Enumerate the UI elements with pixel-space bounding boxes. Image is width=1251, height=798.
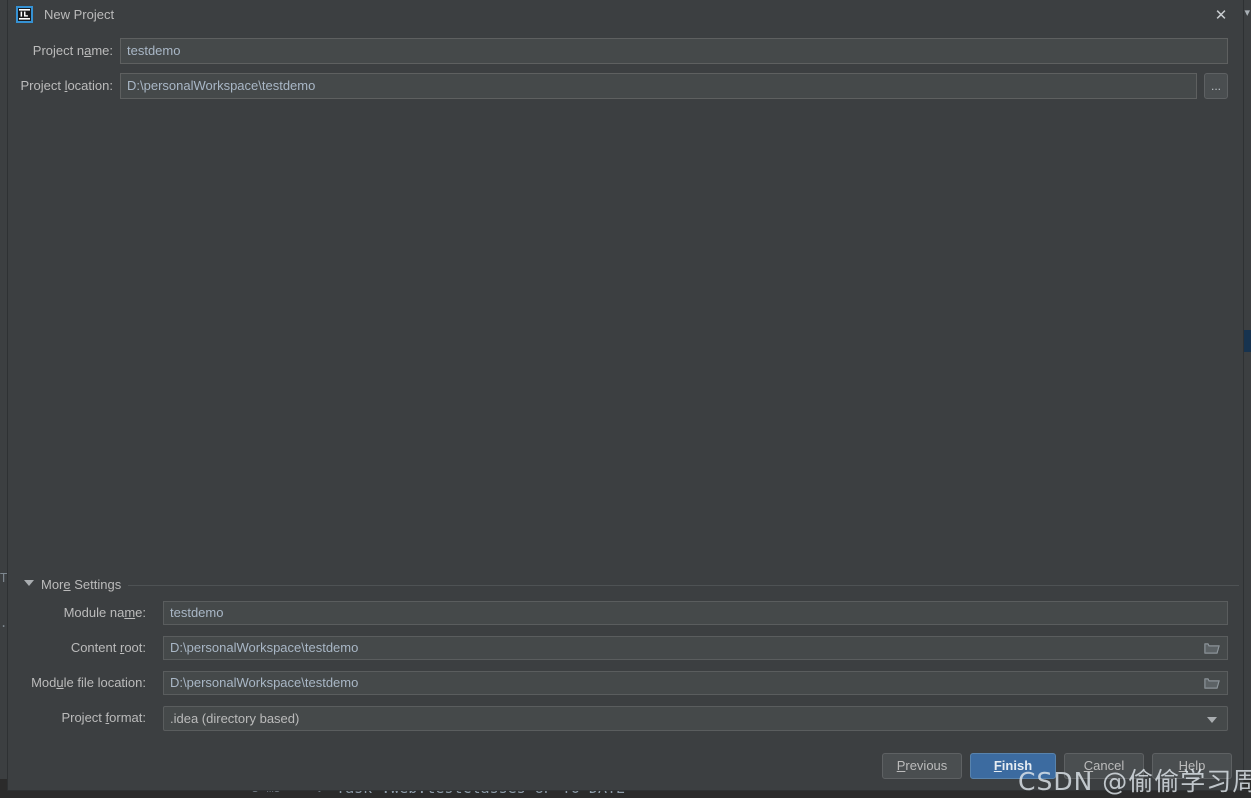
module-name-input[interactable]: testdemo: [163, 601, 1228, 625]
backdrop-text-top: T1: [0, 571, 8, 585]
project-location-browse-button[interactable]: ...: [1204, 73, 1228, 99]
dialog-title: New Project: [44, 7, 115, 22]
content-root-input[interactable]: D:\personalWorkspace\testdemo: [163, 636, 1228, 660]
gutter-caret-icon: ▾: [1244, 7, 1250, 19]
project-format-value: .idea (directory based): [170, 711, 300, 726]
folder-icon[interactable]: [1204, 676, 1220, 690]
backdrop-text-bottom: .T: [0, 616, 8, 630]
chevron-down-icon[interactable]: [24, 580, 34, 586]
intellij-idea-icon: [16, 6, 33, 23]
content-root-label: Content root:: [70, 640, 146, 655]
module-file-location-input[interactable]: D:\personalWorkspace\testdemo: [163, 671, 1228, 695]
dialog-titlebar: New Project ✕: [8, 0, 1243, 30]
module-name-row: Module name: testdemo: [8, 601, 1243, 625]
cancel-button[interactable]: Cancel: [1064, 753, 1144, 779]
content-root-row: Content root: D:\personalWorkspace\testd…: [8, 636, 1243, 660]
module-file-location-row: Module file location: D:\personalWorkspa…: [8, 671, 1243, 695]
project-format-select[interactable]: .idea (directory based): [163, 706, 1228, 731]
project-name-input[interactable]: testdemo: [120, 38, 1228, 64]
project-location-label: Project location:: [20, 78, 113, 93]
folder-icon[interactable]: [1204, 641, 1220, 655]
module-file-location-label: Module file location:: [31, 675, 146, 690]
project-location-input[interactable]: D:\personalWorkspace\testdemo: [120, 73, 1197, 99]
project-name-row: Project name: testdemo: [8, 38, 1243, 64]
previous-button[interactable]: Previous: [882, 753, 962, 779]
new-project-dialog: New Project ✕ Project name: testdemo Pro…: [8, 0, 1243, 790]
module-name-label: Module name:: [63, 605, 146, 620]
project-format-row: Project format: .idea (directory based): [8, 706, 1243, 731]
section-divider: [128, 585, 1239, 586]
project-location-row: Project location: D:\personalWorkspace\t…: [8, 73, 1243, 99]
more-settings-label: More Settings: [41, 577, 122, 592]
more-settings-header[interactable]: More Settings: [8, 577, 1243, 593]
dialog-footer: Previous Finish Cancel Help: [8, 744, 1243, 790]
chevron-down-icon: [1207, 717, 1217, 723]
help-button[interactable]: Help: [1152, 753, 1232, 779]
editor-left-strip: T1 .T: [0, 0, 8, 779]
project-format-label: Project format:: [61, 710, 146, 725]
project-name-label: Project name:: [32, 43, 113, 58]
finish-button[interactable]: Finish: [970, 753, 1056, 779]
close-icon[interactable]: ✕: [1209, 4, 1233, 26]
